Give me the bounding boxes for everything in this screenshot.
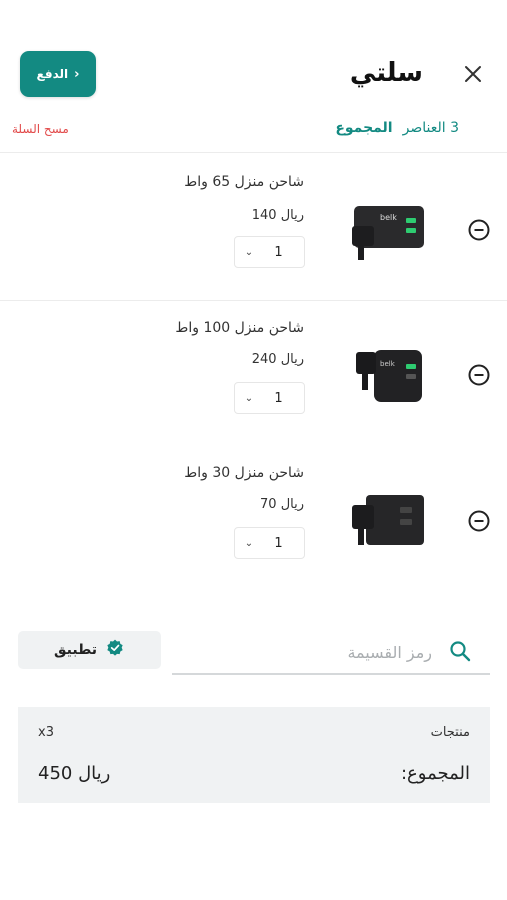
chevron-down-icon: ⌄: [244, 246, 254, 258]
chevron-down-icon: ⌄: [244, 392, 254, 404]
clear-cart-link[interactable]: مسح السلة: [12, 122, 69, 136]
chevron-right-icon: ›: [74, 66, 80, 82]
checkout-label: الدفع: [36, 67, 69, 81]
remove-item-icon[interactable]: [467, 218, 491, 242]
product-image: belk: [340, 196, 432, 268]
product-name: شاحن منزل 30 واط: [184, 465, 304, 481]
close-icon[interactable]: [461, 62, 485, 86]
quantity-select[interactable]: ⌄ 1: [234, 236, 305, 268]
page-title: سلتي: [349, 58, 423, 88]
quantity-select[interactable]: ⌄ 1: [234, 527, 305, 559]
product-price: ريال 140: [251, 208, 304, 223]
summary-total-label: المجموع:: [400, 763, 470, 784]
total-label: المجموع: [335, 120, 393, 136]
cart-item: شاحن منزل 30 واط ريال 70 ⌄ 1: [0, 445, 507, 590]
quantity-value: 1: [274, 535, 283, 551]
order-summary: منتجات x3 المجموع: ريال 450: [18, 707, 490, 803]
remove-item-icon[interactable]: [467, 509, 491, 533]
product-name: شاحن منزل 100 واط: [175, 320, 304, 336]
product-image: [340, 487, 432, 559]
chevron-down-icon: ⌄: [244, 537, 254, 549]
brand-mark: belk: [380, 360, 396, 368]
summary-total-value: ريال 450: [38, 763, 111, 784]
verified-badge-icon: [105, 638, 125, 662]
apply-coupon-button[interactable]: تطبيق: [18, 631, 161, 669]
products-label: منتجات: [430, 725, 470, 740]
apply-label: تطبيق: [54, 642, 97, 658]
quantity-value: 1: [274, 244, 283, 260]
cart-item: belk شاحن منزل 65 واط ريال 140 ⌄ 1: [0, 152, 507, 297]
quantity-select[interactable]: ⌄ 1: [234, 382, 305, 414]
checkout-button[interactable]: الدفع ›: [20, 51, 96, 97]
products-count: x3: [38, 725, 54, 740]
cart-item: belk شاحن منزل 100 واط ريال 240 ⌄ 1: [0, 300, 507, 445]
coupon-code-input[interactable]: [172, 631, 490, 675]
product-image: belk: [340, 340, 432, 412]
search-icon: [448, 639, 472, 663]
remove-item-icon[interactable]: [467, 363, 491, 387]
coupon-section: تطبيق: [0, 625, 507, 685]
product-name: شاحن منزل 65 واط: [184, 174, 304, 190]
total-count: 3 العناصر: [402, 120, 459, 136]
product-price: ريال 240: [251, 352, 304, 367]
brand-mark: belk: [380, 213, 397, 222]
quantity-value: 1: [274, 390, 283, 406]
product-price: ريال 70: [260, 497, 304, 512]
cart-header: سلتي الدفع › المجموع 3 العناصر مسح السلة: [0, 0, 507, 150]
items-total: المجموع 3 العناصر: [335, 120, 459, 136]
